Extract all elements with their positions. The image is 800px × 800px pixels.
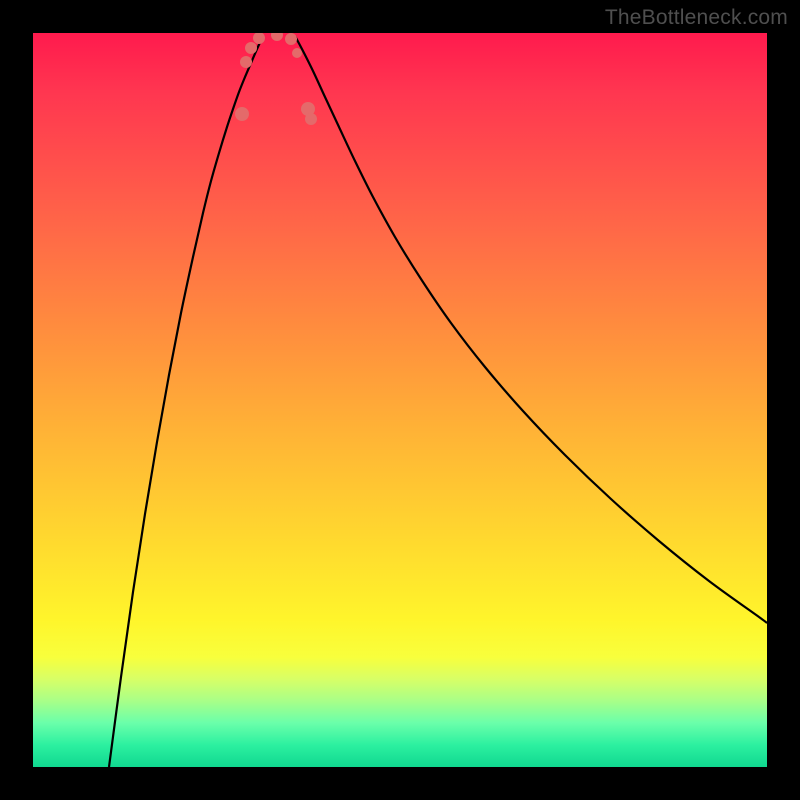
curve-left-curve [109, 36, 263, 767]
watermark-text: TheBottleneck.com [605, 6, 788, 30]
data-point-4 [271, 33, 283, 41]
curves-group [109, 36, 767, 767]
data-point-5 [285, 33, 297, 45]
data-point-1 [240, 56, 252, 68]
data-point-0 [235, 107, 249, 121]
bottleneck-plot [33, 33, 767, 767]
data-point-6 [292, 48, 302, 58]
data-point-3 [253, 33, 265, 44]
data-point-2 [245, 42, 257, 54]
markers-group [235, 33, 317, 125]
curve-right-curve [295, 36, 767, 623]
chart-area [33, 33, 767, 767]
data-point-8 [305, 113, 317, 125]
